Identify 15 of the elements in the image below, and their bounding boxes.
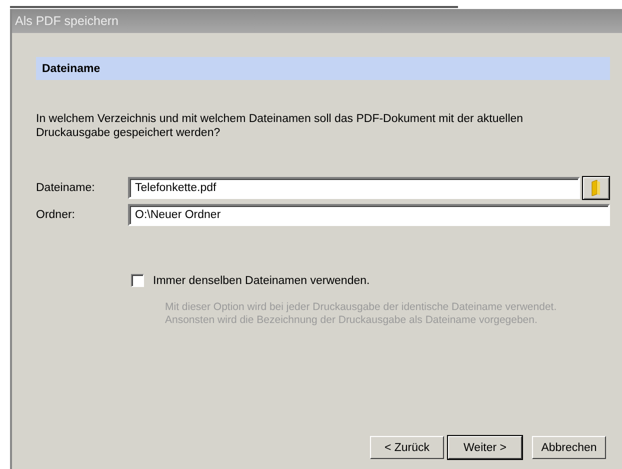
- window-title: Als PDF speichern: [12, 9, 622, 33]
- section-heading: Dateiname: [36, 57, 610, 80]
- checkbox[interactable]: [131, 274, 144, 287]
- input-field[interactable]: O:\Neuer Ordner: [128, 204, 610, 226]
- hint-text: Mit dieser Option wird bei jeder Druckausgabe der identische Dateiname verwendet. Ansonsten wird die Bezeichnung der Druckausgabe als Dateiname vorgegeben.: [165, 301, 558, 327]
- folder-icon: [591, 180, 601, 196]
- input-field[interactable]: Telefonkette.pdf: [128, 177, 580, 199]
- dialog-button[interactable]: < Zurück: [370, 436, 444, 459]
- dialog-button[interactable]: Abbrechen: [532, 436, 606, 459]
- dialog-button[interactable]: Weiter >: [448, 436, 522, 459]
- field-label: Dateiname:: [36, 182, 96, 194]
- field-label: Ordner:: [36, 209, 76, 221]
- checkbox-label: Immer denselben Dateinamen verwenden.: [153, 274, 370, 286]
- browse-button[interactable]: [582, 176, 610, 200]
- instruction-text: In welchem Verzeichnis und mit welchem Dateinamen soll das PDF-Dokument mit der aktuellen Druckausgabe gespeichert werden?: [36, 112, 524, 140]
